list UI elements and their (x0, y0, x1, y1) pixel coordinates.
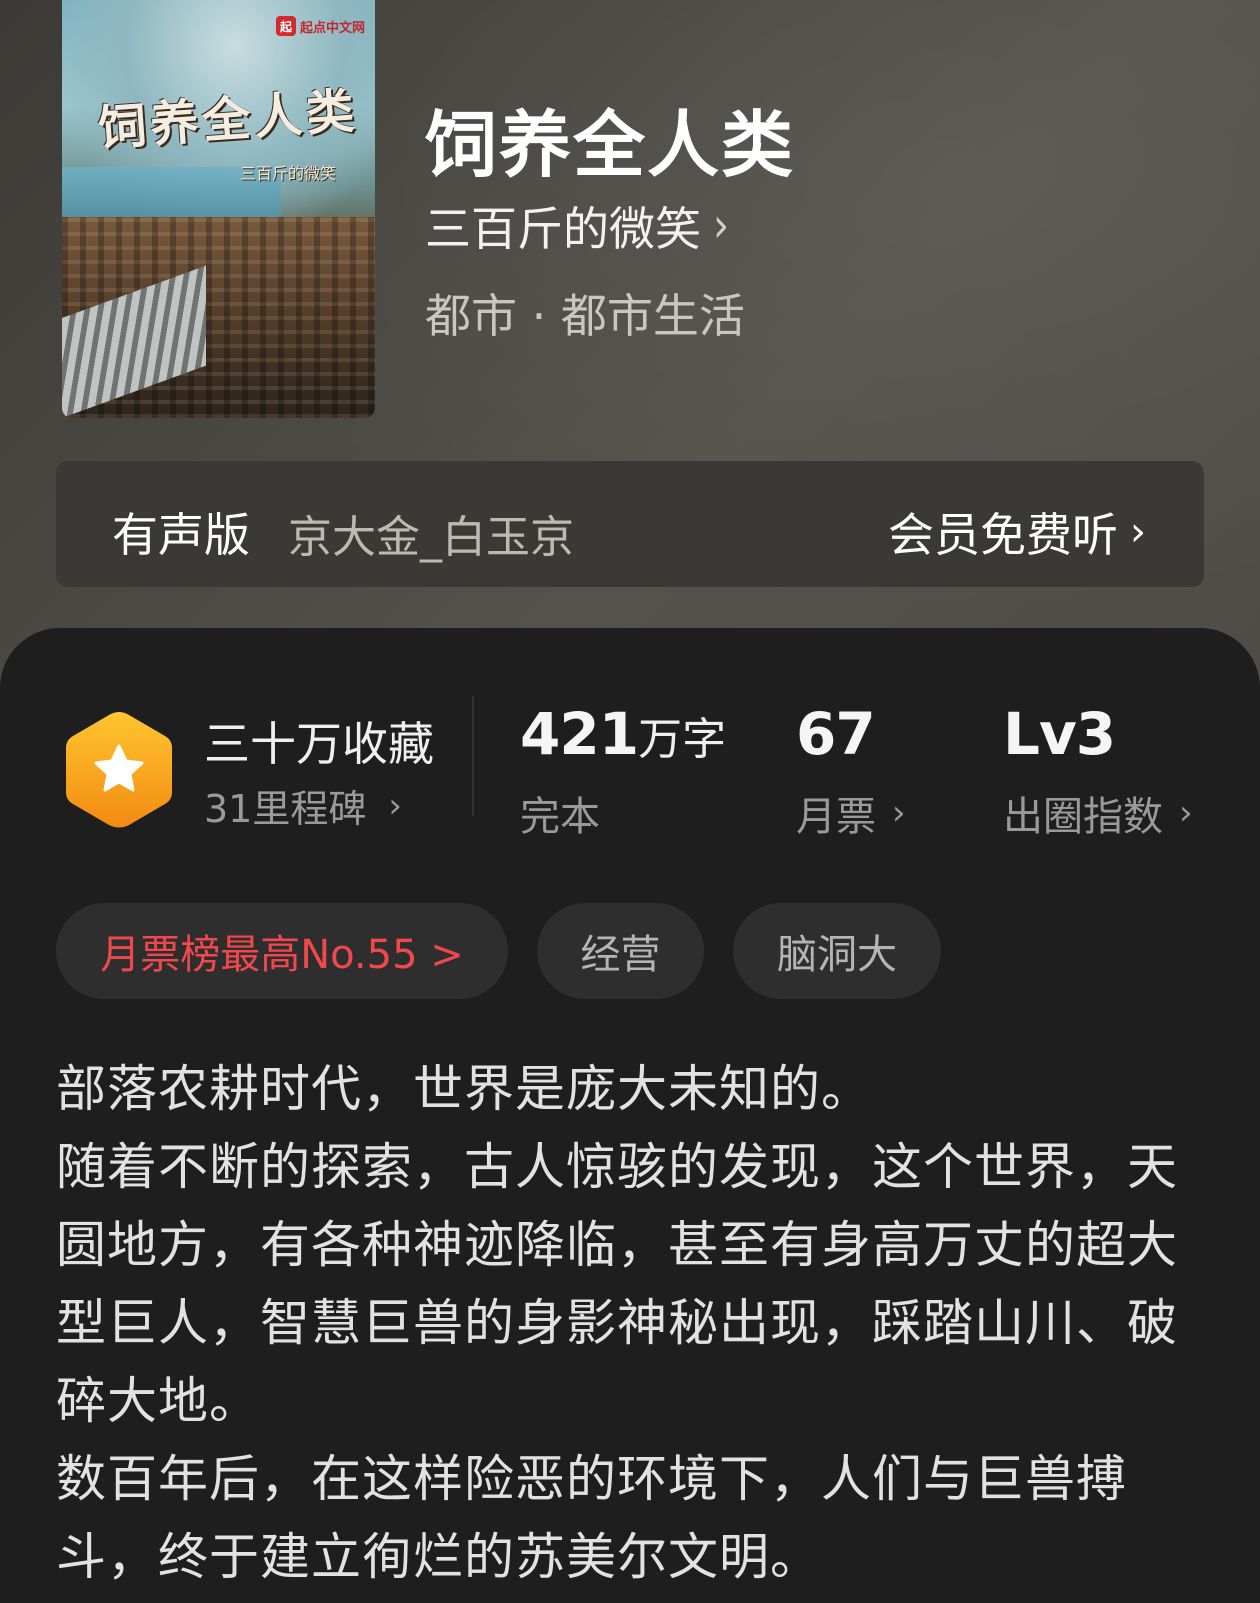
popularity-level: Lv3 (1003, 700, 1116, 768)
publisher-logo-text: 起点中文网 (299, 20, 365, 36)
synopsis[interactable]: 部落农耕时代，世界是庞大未知的。 随着不断的探索，古人惊骇的发现，这个世界，天圆… (56, 1050, 1206, 1596)
cover-author: 三百斤的微笑 (240, 164, 337, 183)
member-free-listen-label: 会员免费听 (888, 508, 1118, 562)
word-count-stat: 421万字 完本 (520, 700, 726, 842)
popularity-index-label: 出圈指数 (1003, 794, 1163, 840)
milestones-link[interactable]: 31里程碑 › (204, 778, 402, 833)
tag-imaginative[interactable]: 脑洞大 (733, 903, 941, 999)
chevron-right-icon: › (388, 785, 402, 826)
synopsis-paragraph: 数百年后，在这样险恶的环境下，人们与巨兽搏斗，终于建立徇烂的苏美尔文明。 (56, 1450, 1127, 1586)
tag-business[interactable]: 经营 (537, 903, 704, 999)
word-count-unit: 万字 (638, 714, 727, 765)
publisher-logo-mark: 起 (275, 16, 296, 36)
monthly-votes-number: 67 (796, 700, 876, 768)
audio-narrator: 京大金_白玉京 (288, 512, 574, 563)
book-title: 饲养全人类 (425, 102, 796, 187)
audio-edition-bar[interactable]: 有声版 京大金_白玉京 会员免费听 › (56, 461, 1204, 587)
monthly-votes-label: 月票 (796, 794, 876, 840)
book-status: 完本 (520, 794, 600, 840)
stat-divider (472, 696, 474, 816)
publisher-logo: 起 起点中文网 (275, 14, 365, 38)
chevron-right-icon: › (892, 793, 906, 833)
popularity-index-stat[interactable]: Lv3 出圈指数 › (1003, 700, 1193, 842)
synopsis-paragraph: 随着不断的探索，古人惊骇的发现，这个世界，天圆地方，有各种神迹降临，甚至有身高万… (56, 1138, 1178, 1430)
member-free-listen-button[interactable]: 会员免费听 › (888, 499, 1146, 565)
star-hexagon-icon (66, 712, 172, 828)
favorites-count: 三十万收藏 (204, 717, 434, 771)
author-name: 三百斤的微笑 (425, 202, 701, 256)
author-link[interactable]: 三百斤的微笑 › (425, 198, 729, 256)
synopsis-paragraph: 部落农耕时代，世界是庞大未知的。 (56, 1060, 872, 1118)
monthly-votes-stat[interactable]: 67 月票 › (796, 700, 906, 842)
book-genre: 都市 · 都市生活 (425, 289, 745, 343)
chevron-right-icon: › (1179, 793, 1193, 833)
monthly-rank-tag[interactable]: 月票榜最高No.55 > (56, 903, 508, 999)
chevron-right-icon: › (1130, 509, 1146, 555)
chevron-right-icon: › (713, 198, 729, 254)
word-count-number: 421 (520, 700, 639, 768)
milestones-label: 31里程碑 (204, 787, 367, 831)
book-cover[interactable]: 起 起点中文网 饲养全人类 三百斤的微笑 (62, 0, 375, 418)
audio-label: 有声版 (112, 508, 250, 562)
